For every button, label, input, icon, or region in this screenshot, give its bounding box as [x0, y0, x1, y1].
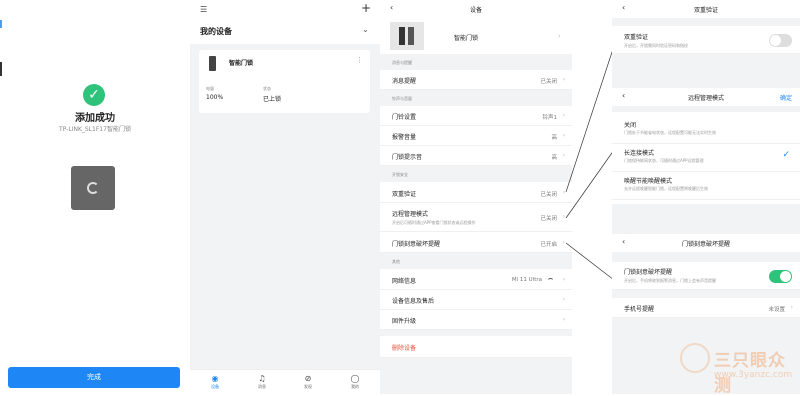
- watermark-logo: 三只眼众测 www.3yanzc.com: [680, 340, 798, 396]
- option-description: 门锁保持联网状态，可随时通过APP远程管理: [624, 158, 704, 163]
- remote-option-wake[interactable]: 唤醒节能唤醒模式 允许远程唤醒智能门锁，远程配置将唤醒后生效: [612, 172, 800, 200]
- option-description: 门锁处于节能省电状态，远程配置可能无法实时生效: [624, 130, 716, 135]
- detail-screens: ‹ 双重验证 双重验证 开启后，开锁需同时验证密码和指纹 ‹ 远程管理模式 确定…: [612, 0, 800, 394]
- remote-mode-nav: ‹ 远程管理模式 确定: [612, 88, 800, 106]
- tamper-alert-row: 门锁刻意破坏提醒 开启后，手机将收到报警消息，门锁上会有声音提醒: [612, 262, 800, 290]
- row-description: 开启后，开锁需同时验证密码和指纹: [624, 43, 688, 48]
- row-description: 开启后，手机将收到报警消息，门锁上会有声音提醒: [624, 278, 716, 283]
- confirm-button[interactable]: 确定: [780, 93, 792, 102]
- double-verify-toggle[interactable]: [769, 34, 792, 47]
- remote-mode-screen: ‹ 远程管理模式 确定 关闭 门锁处于节能省电状态，远程配置可能无法实时生效 长…: [612, 88, 800, 204]
- nav-title: 远程管理模式: [687, 95, 724, 102]
- watermark-eye-icon: [680, 343, 710, 373]
- row-label: 手机号提醒: [624, 306, 655, 313]
- remote-option-persistent[interactable]: 长连接模式 门锁保持联网状态，可随时通过APP远程管理 ✓: [612, 144, 800, 172]
- option-label: 关闭: [624, 122, 637, 129]
- remote-option-off[interactable]: 关闭 门锁处于节能省电状态，远程配置可能无法实时生效: [612, 116, 800, 144]
- nav-title: 双重验证: [693, 7, 718, 14]
- double-verify-screen: ‹ 双重验证 双重验证 开启后，开锁需同时验证密码和指纹: [612, 0, 800, 62]
- phone-alert-row[interactable]: 手机号提醒 未设置 ›: [612, 298, 800, 318]
- watermark-url: www.3yanzc.com: [714, 370, 793, 380]
- row-label: 双重验证: [624, 34, 649, 41]
- row-label: 门锁刻意破坏提醒: [624, 269, 673, 276]
- check-icon: ✓: [782, 150, 790, 160]
- option-description: 允许远程唤醒智能门锁，远程配置将唤醒后生效: [624, 186, 708, 191]
- chevron-right-icon: ›: [790, 304, 793, 311]
- option-label: 唤醒节能唤醒模式: [624, 178, 673, 185]
- nav-title: 门锁刻意破坏提醒: [681, 241, 730, 248]
- option-label: 长连接模式: [624, 150, 655, 157]
- row-value: 未设置: [768, 307, 785, 313]
- tamper-alert-toggle[interactable]: [769, 270, 792, 283]
- divider: [612, 106, 800, 112]
- double-verify-row: 双重验证 开启后，开锁需同时验证密码和指纹: [612, 26, 800, 54]
- tamper-alert-screen: ‹ 门锁刻意破坏提醒 门锁刻意破坏提醒 开启后，手机将收到报警消息，门锁上会有声…: [612, 234, 800, 324]
- tamper-alert-nav: ‹ 门锁刻意破坏提醒: [612, 234, 800, 252]
- double-verify-nav: ‹ 双重验证: [612, 0, 800, 18]
